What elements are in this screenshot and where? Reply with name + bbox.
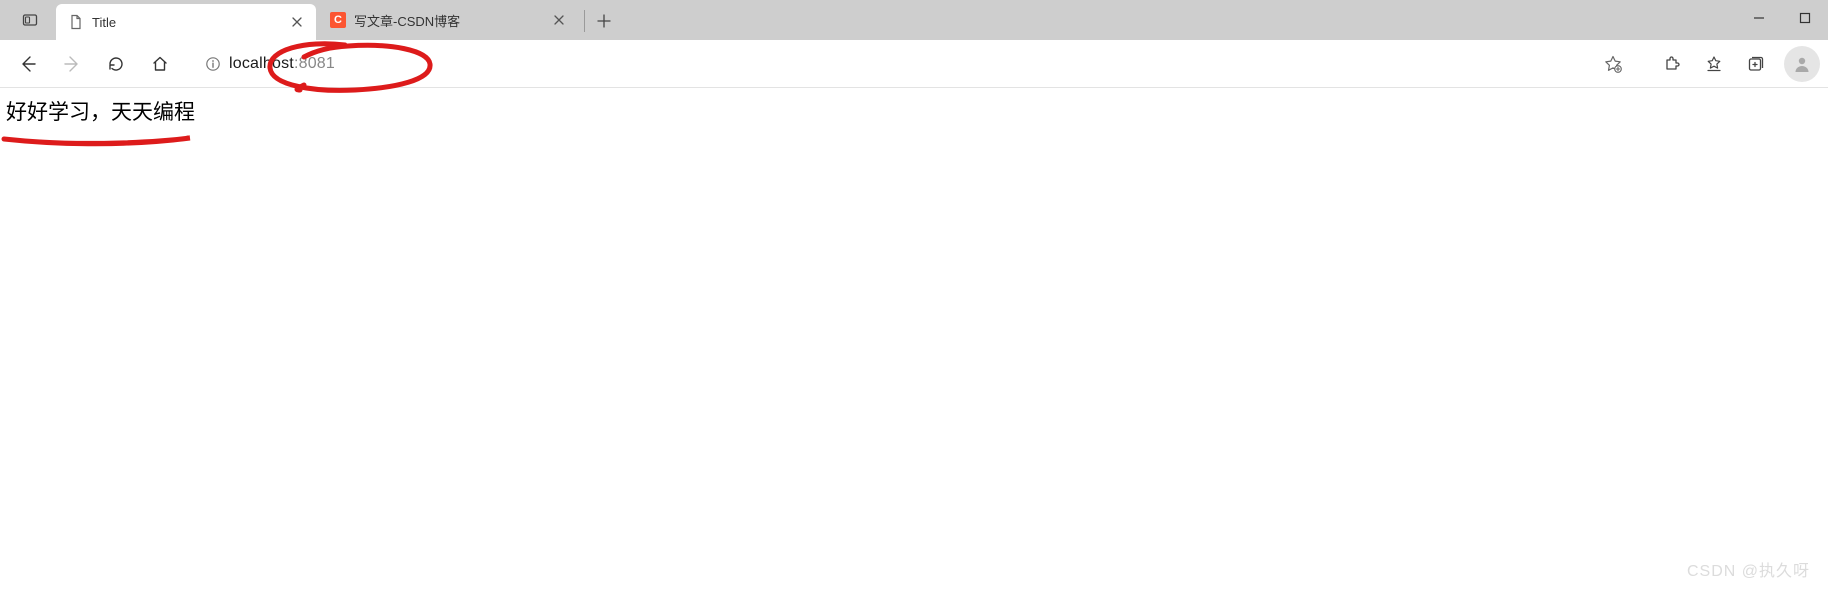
close-icon xyxy=(292,17,302,27)
tab-separator xyxy=(584,10,585,32)
page-content: 好好学习，天天编程 xyxy=(0,88,1828,134)
arrow-right-icon xyxy=(62,54,82,74)
annotation-underline xyxy=(0,132,200,154)
star-add-icon xyxy=(1604,55,1622,73)
refresh-button[interactable] xyxy=(96,46,136,82)
tab-label: Title xyxy=(92,15,280,30)
tab-actions-icon xyxy=(22,12,38,28)
url-port: :8081 xyxy=(294,55,335,72)
back-button[interactable] xyxy=(8,46,48,82)
new-tab-button[interactable] xyxy=(589,6,619,36)
window-controls xyxy=(1736,0,1828,36)
page-body-text: 好好学习，天天编程 xyxy=(6,96,1822,126)
close-icon xyxy=(554,15,564,25)
address-bar[interactable]: localhost:8081 xyxy=(192,47,1640,81)
favorites-button[interactable] xyxy=(1694,46,1734,82)
minimize-button[interactable] xyxy=(1736,0,1782,36)
home-icon xyxy=(151,55,169,73)
url-text: localhost:8081 xyxy=(229,55,335,73)
tab-csdn[interactable]: C 写文章-CSDN博客 xyxy=(318,4,578,36)
plus-icon xyxy=(597,14,611,28)
tab-label: 写文章-CSDN博客 xyxy=(354,11,542,30)
tab-close-button[interactable] xyxy=(288,13,306,31)
arrow-left-icon xyxy=(18,54,38,74)
home-button[interactable] xyxy=(140,46,180,82)
browser-toolbar: localhost:8081 xyxy=(0,40,1828,88)
maximize-icon xyxy=(1799,12,1811,24)
collections-button[interactable] xyxy=(1736,46,1776,82)
toolbar-right xyxy=(1652,46,1820,82)
page-icon xyxy=(68,14,84,30)
extensions-button[interactable] xyxy=(1652,46,1692,82)
tab-actions-button[interactable] xyxy=(8,2,52,38)
watermark: CSDN @执久呀 xyxy=(1687,557,1810,581)
maximize-button[interactable] xyxy=(1782,0,1828,36)
site-info-icon[interactable] xyxy=(205,56,221,72)
profile-button[interactable] xyxy=(1784,46,1820,82)
star-lines-icon xyxy=(1705,55,1723,73)
tab-title[interactable]: Title xyxy=(56,4,316,40)
profile-icon xyxy=(1792,54,1812,74)
refresh-icon xyxy=(107,55,125,73)
browser-tab-bar: Title C 写文章-CSDN博客 xyxy=(0,0,1828,40)
minimize-icon xyxy=(1753,12,1765,24)
tab-close-button[interactable] xyxy=(550,11,568,29)
favorite-button[interactable] xyxy=(1599,46,1627,82)
csdn-favicon-icon: C xyxy=(330,12,346,28)
collections-icon xyxy=(1747,55,1765,73)
extensions-icon xyxy=(1663,55,1681,73)
url-host: localhost xyxy=(229,55,294,72)
forward-button[interactable] xyxy=(52,46,92,82)
